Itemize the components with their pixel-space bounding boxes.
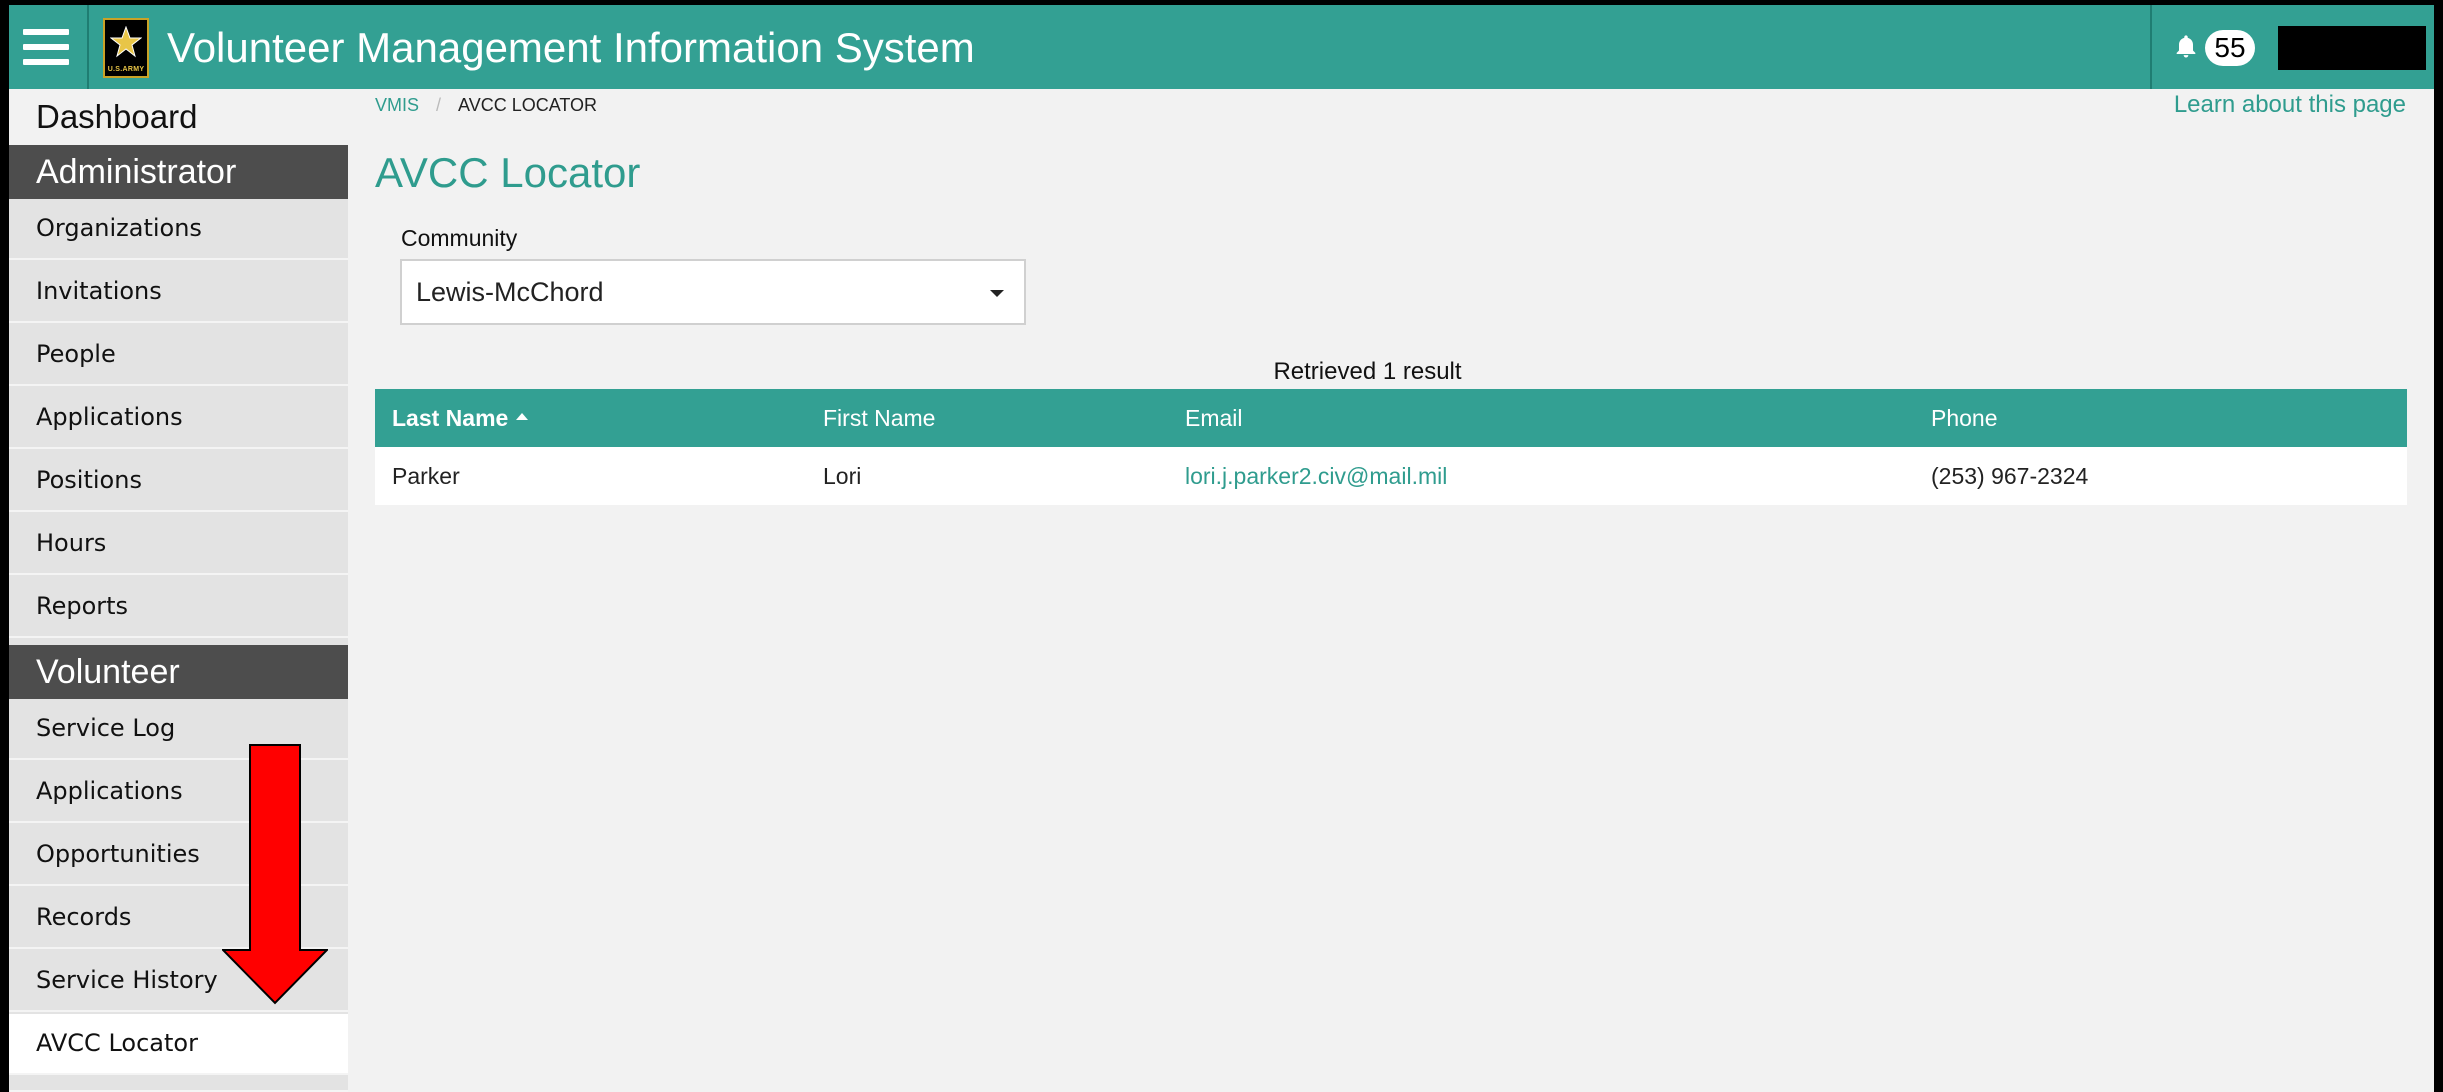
results-table: Last Name First Name Email Phone Parker … [375,389,2407,505]
sidebar-item-people[interactable]: People [9,325,348,386]
menu-icon[interactable] [23,27,69,67]
annotation-arrow-icon [222,744,328,1005]
star-icon [110,26,142,58]
sidebar-item-positions[interactable]: Positions [9,451,348,512]
community-label: Community [401,225,518,251]
cell-first-name: Lori [823,463,862,489]
breadcrumb-separator: / [436,95,442,115]
sidebar-item-organizations[interactable]: Organizations [9,199,348,260]
sidebar-item-hours[interactable]: Hours [9,514,348,575]
sort-ascending-icon [516,413,529,421]
cell-last-name: Parker [392,463,460,489]
table-row: Parker Lori lori.j.parker2.civ@mail.mil … [375,447,2407,505]
sidebar-item-reports[interactable]: Reports [9,577,348,638]
cell-phone: (253) 967-2324 [1931,463,2089,489]
app-title: Volunteer Management Information System [167,24,975,71]
column-header-label: Last Name [392,405,509,431]
page-title: AVCC Locator [375,149,641,196]
header-divider [2150,5,2152,89]
community-select[interactable]: Lewis-McChord [400,259,1026,325]
logo-text: U.S.ARMY [107,66,145,73]
community-select-value: Lewis-McChord [416,277,604,307]
column-header-first-name[interactable]: First Name [823,389,935,447]
column-header-last-name[interactable]: Last Name [392,389,529,447]
bell-icon[interactable] [2172,33,2200,61]
sidebar-section-administrator: Administrator [9,145,348,199]
user-menu[interactable] [2278,26,2426,70]
cell-email-link[interactable]: lori.j.parker2.civ@mail.mil [1185,447,1447,505]
app-header: U.S.ARMY Volunteer Management Informatio… [9,5,2434,89]
sidebar-item-invitations[interactable]: Invitations [9,262,348,323]
breadcrumb-current: AVCC LOCATOR [458,95,598,115]
army-logo: U.S.ARMY [103,18,149,78]
sidebar-item-next[interactable] [9,1077,348,1092]
sidebar-item-applications[interactable]: Applications [9,388,348,449]
notification-badge[interactable]: 55 [2205,30,2255,66]
result-count: Retrieved 1 result [1273,358,1462,385]
caret-down-icon [990,290,1004,297]
learn-about-page-link[interactable]: Learn about this page [2174,91,2406,119]
sidebar-section-volunteer: Volunteer [9,645,348,699]
sidebar-item-avcc-locator[interactable]: AVCC Locator [9,1014,348,1075]
sidebar-item-dashboard[interactable]: Dashboard [9,89,348,145]
header-divider [87,5,89,89]
breadcrumb-root-link[interactable]: VMIS [375,95,419,115]
table-header: Last Name First Name Email Phone [375,389,2407,447]
column-header-email[interactable]: Email [1185,389,1243,447]
column-header-phone[interactable]: Phone [1931,389,1998,447]
breadcrumb: VMIS / AVCC LOCATOR [375,95,597,116]
main-content: VMIS / AVCC LOCATOR Learn about this page … [348,89,2434,1092]
